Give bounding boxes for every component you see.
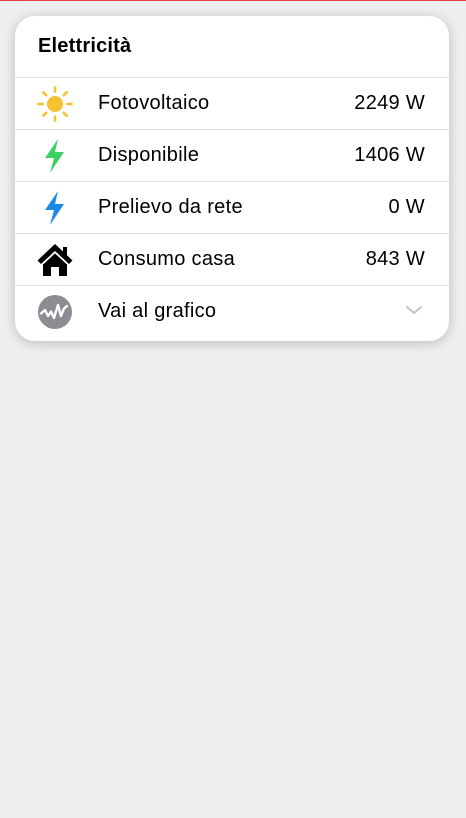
consumo-casa-value: 843 W <box>365 248 425 270</box>
fotovoltaico-label: Fotovoltaico <box>98 92 210 114</box>
disponibile-label: Disponibile <box>98 144 200 166</box>
lightning-blue-icon <box>37 190 73 226</box>
row-prelievo-da-rete: Prelievo da rete 0 W <box>15 182 449 234</box>
row-fotovoltaico: Fotovoltaico 2249 W <box>15 78 449 130</box>
consumo-casa-label: Consumo casa <box>98 248 235 270</box>
chart-wave-icon <box>37 294 73 330</box>
lightning-green-icon <box>37 138 73 174</box>
top-accent-line <box>0 0 466 1</box>
row-consumo-casa: Consumo casa 843 W <box>15 234 449 286</box>
fotovoltaico-value: 2249 W <box>354 92 425 114</box>
prelievo-da-rete-value: 0 W <box>388 196 425 218</box>
house-icon <box>37 242 73 278</box>
prelievo-da-rete-label: Prelievo da rete <box>98 196 243 218</box>
row-disponibile: Disponibile 1406 W <box>15 130 449 182</box>
disponibile-value: 1406 W <box>354 144 425 166</box>
chart-link-row[interactable]: Vai al grafico <box>15 286 449 338</box>
chevron-down-icon <box>406 306 422 314</box>
chart-link-label: Vai al grafico <box>98 300 217 322</box>
electricity-card: Elettricità Fotovoltaico 2249 W Disponib… <box>15 16 449 341</box>
card-title: Elettricità <box>15 16 449 78</box>
sun-icon <box>37 86 73 122</box>
